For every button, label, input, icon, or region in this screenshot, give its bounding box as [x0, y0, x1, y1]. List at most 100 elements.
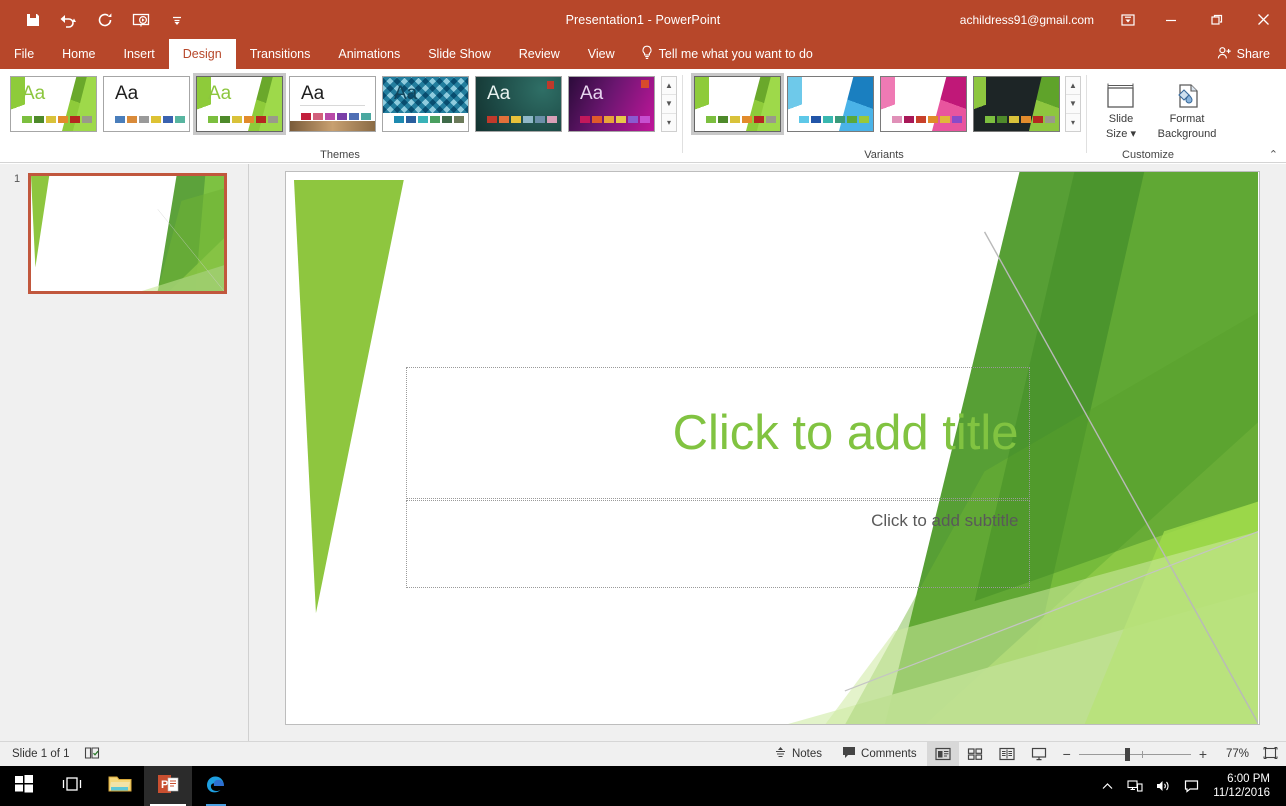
slide-canvas[interactable]: Click to add title Click to add subtitle [284, 171, 1260, 725]
theme-ion-dark-teal[interactable]: Aa [475, 76, 562, 132]
ribbon-design: Aa Aa Aa Aa Aa Aa Aa ▲ ▼ ▾ Themes ▲ ▼ ▾ … [0, 69, 1286, 163]
zoom-control: − + 77% [1055, 746, 1286, 763]
speaker-icon[interactable] [1149, 766, 1177, 806]
share-button[interactable]: Share [1205, 39, 1286, 69]
zoom-percent-label[interactable]: 77% [1215, 748, 1249, 760]
format-background-label-1: Format [1169, 113, 1205, 125]
fit-to-window-icon[interactable] [1257, 746, 1278, 763]
theme-art [290, 121, 375, 131]
tab-design[interactable]: Design [168, 39, 236, 69]
notification-icon[interactable] [1177, 766, 1205, 806]
group-label-themes: Themes [320, 149, 360, 161]
zoom-out-button[interactable]: − [1063, 746, 1071, 762]
account-name[interactable]: achildress91@gmail.com [960, 13, 1108, 27]
tab-transitions[interactable]: Transitions [236, 39, 325, 69]
theme-facet-green[interactable]: Aa [10, 76, 97, 132]
theme-badge-teal[interactable]: Aa [382, 76, 469, 132]
tab-animations[interactable]: Animations [324, 39, 414, 69]
view-slide-show[interactable] [1023, 742, 1055, 767]
theme-office-blank[interactable]: Aa [103, 76, 190, 132]
slide-thumbnail-1[interactable] [28, 173, 227, 294]
theme-berlin-purple[interactable]: Aa [568, 76, 655, 132]
ribbon-group-customize: Slide Size ▾ Format Background Customize… [1088, 69, 1286, 163]
variant-swatches [706, 116, 776, 123]
theme-aa-label: Aa [22, 83, 46, 104]
zoom-slider-midpoint [1141, 750, 1143, 758]
theme-wisp-wood[interactable]: Aa [289, 76, 376, 132]
theme-facet-green-selected[interactable]: Aa [193, 73, 286, 135]
view-reading[interactable] [991, 742, 1023, 767]
tab-review[interactable]: Review [505, 39, 574, 69]
notes-button[interactable]: Notes [764, 746, 832, 762]
variants-scroll-down[interactable]: ▼ [1066, 95, 1080, 114]
themes-scroll-up[interactable]: ▲ [662, 77, 676, 96]
folder-icon [108, 774, 132, 799]
group-separator [682, 75, 683, 153]
tab-view[interactable]: View [574, 39, 629, 69]
start-presentation-icon[interactable] [130, 9, 152, 31]
undo-icon[interactable] [58, 9, 80, 31]
subtitle-placeholder[interactable]: Click to add subtitle [405, 500, 1030, 588]
powerpoint-button[interactable]: P [144, 766, 192, 806]
view-normal[interactable] [926, 741, 959, 767]
redo-icon[interactable] [94, 9, 116, 31]
customize-qat-icon[interactable] [166, 9, 188, 31]
tab-file[interactable]: File [0, 39, 48, 69]
network-icon[interactable] [1121, 766, 1149, 806]
theme-aa-label: Aa [208, 83, 232, 104]
minimize-icon[interactable] [1148, 0, 1194, 39]
theme-aa-label: Aa [394, 83, 418, 104]
lightbulb-icon [641, 45, 653, 63]
edge-button[interactable] [192, 766, 240, 806]
ribbon-display-options-icon[interactable] [1108, 0, 1148, 39]
variants-more[interactable]: ▾ [1066, 114, 1080, 131]
restore-icon[interactable] [1194, 0, 1240, 39]
variant-blue[interactable] [787, 76, 874, 132]
tab-home[interactable]: Home [48, 39, 109, 69]
slide-size-icon [1104, 77, 1138, 111]
zoom-slider-handle[interactable] [1124, 747, 1130, 761]
slide-size-button[interactable]: Slide Size ▾ [1094, 77, 1148, 140]
tab-insert[interactable]: Insert [110, 39, 169, 69]
variant-dark[interactable] [973, 76, 1060, 132]
start-button[interactable] [0, 766, 48, 806]
save-icon[interactable] [22, 9, 44, 31]
share-person-icon [1217, 46, 1232, 63]
zoom-in-button[interactable]: + [1199, 746, 1207, 762]
variants-scroll-up[interactable]: ▲ [1066, 77, 1080, 96]
variant-swatches [892, 116, 962, 123]
tell-me-label: Tell me what you want to do [658, 47, 813, 61]
themes-scroll-down[interactable]: ▼ [662, 95, 676, 114]
ribbon-group-variants: ▲ ▼ ▾ Variants [684, 69, 1084, 163]
windows-taskbar: P 6:00 PM 11/12/2016 [0, 766, 1286, 806]
tab-slide-show[interactable]: Slide Show [414, 39, 505, 69]
share-label: Share [1236, 47, 1270, 61]
variants-gallery [691, 73, 1060, 135]
slide-stage: Click to add title Click to add subtitle [258, 164, 1286, 741]
theme-swatches [580, 116, 650, 123]
chevron-up-icon[interactable] [1093, 766, 1121, 806]
theme-swatches [487, 116, 557, 123]
ribbon-group-themes: Aa Aa Aa Aa Aa Aa Aa ▲ ▼ ▾ Themes [0, 69, 680, 163]
collapse-ribbon-icon[interactable]: ⌃ [1269, 148, 1278, 161]
close-icon[interactable] [1240, 0, 1286, 39]
pane-splitter[interactable] [249, 164, 258, 741]
themes-gallery: Aa Aa Aa Aa Aa Aa Aa [10, 73, 655, 135]
variant-green[interactable] [691, 73, 784, 135]
comments-button[interactable]: Comments [832, 746, 927, 762]
tell-me-box[interactable]: Tell me what you want to do [629, 39, 825, 69]
task-view-button[interactable] [48, 766, 96, 806]
view-slide-sorter[interactable] [959, 742, 991, 767]
notes-check-icon[interactable] [84, 746, 100, 763]
themes-more[interactable]: ▾ [662, 114, 676, 131]
title-placeholder[interactable]: Click to add title [405, 367, 1030, 499]
status-bar-left: Slide 1 of 1 [0, 746, 100, 763]
variant-magenta[interactable] [880, 76, 967, 132]
theme-swatches [115, 116, 185, 123]
file-explorer-button[interactable] [96, 766, 144, 806]
slide-thumbnail-pane: 1 [0, 164, 249, 741]
theme-swatches [394, 116, 464, 123]
zoom-slider[interactable] [1078, 747, 1191, 761]
taskbar-clock[interactable]: 6:00 PM 11/12/2016 [1205, 772, 1282, 801]
format-background-button[interactable]: Format Background [1150, 77, 1224, 140]
